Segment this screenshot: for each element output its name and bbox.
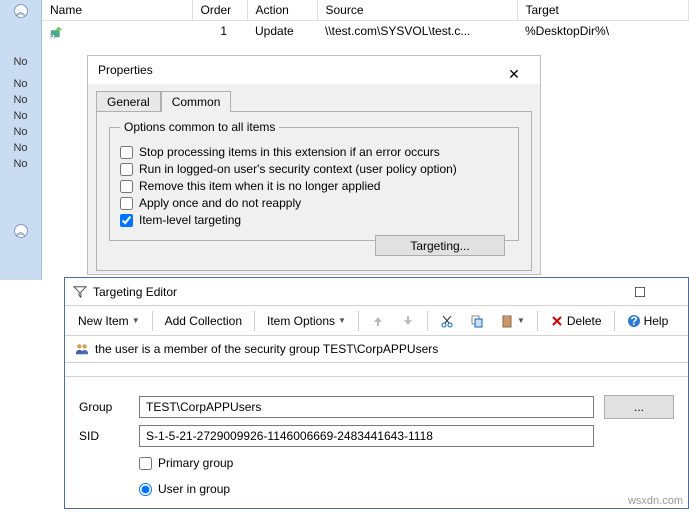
- arrow-down-icon: [401, 314, 415, 328]
- group-input[interactable]: [139, 396, 594, 418]
- new-item-button[interactable]: New Item ▼: [71, 310, 147, 332]
- paste-button[interactable]: ▼: [493, 310, 532, 332]
- targeting-editor-dialog: Targeting Editor New Item ▼ Add Collecti…: [64, 277, 689, 509]
- options-fieldset: Options common to all items Stop process…: [109, 120, 519, 241]
- add-collection-button[interactable]: Add Collection: [158, 310, 249, 332]
- sidebar-label: No: [0, 142, 41, 154]
- item-level-targeting-checkbox[interactable]: [120, 214, 133, 227]
- watermark: wsxdn.com: [628, 495, 683, 507]
- close-button[interactable]: [660, 281, 680, 303]
- col-source[interactable]: Source: [317, 0, 517, 21]
- dialog-title: Targeting Editor: [93, 285, 177, 299]
- col-target[interactable]: Target: [517, 0, 689, 21]
- remove-item-label: Remove this item when it is no longer ap…: [139, 179, 380, 193]
- table-row[interactable]: 1 Update \\test.com\SYSVOL\test.c... %De…: [42, 21, 689, 42]
- svg-text:?: ?: [630, 314, 637, 328]
- group-label: Group: [79, 400, 129, 414]
- move-down-button[interactable]: [394, 310, 422, 332]
- delete-button[interactable]: Delete: [543, 310, 609, 332]
- primary-group-checkbox[interactable]: [139, 457, 152, 470]
- cell-target: %DesktopDir%\: [517, 21, 689, 42]
- toolbar: New Item ▼ Add Collection Item Options ▼…: [65, 306, 688, 336]
- chevron-down-icon: ▼: [132, 316, 140, 325]
- dialog-title: Properties: [98, 63, 153, 77]
- cell-source: \\test.com\SYSVOL\test.c...: [317, 21, 517, 42]
- run-context-checkbox[interactable]: [120, 163, 133, 176]
- cell-action: Update: [247, 21, 317, 42]
- copy-icon: [470, 314, 484, 328]
- collapse-icon[interactable]: ︽: [14, 4, 28, 18]
- options-legend: Options common to all items: [120, 120, 279, 134]
- col-name[interactable]: Name: [42, 0, 192, 21]
- sidebar-label: No: [0, 78, 41, 90]
- sidebar-label: No: [0, 126, 41, 138]
- arrow-up-icon: [371, 314, 385, 328]
- sidebar-label: No: [0, 94, 41, 106]
- cell-order: 1: [192, 21, 247, 42]
- maximize-button[interactable]: [620, 281, 660, 303]
- targeting-button[interactable]: Targeting...: [375, 235, 505, 256]
- stop-processing-checkbox[interactable]: [120, 146, 133, 159]
- close-button[interactable]: ✕: [494, 60, 534, 80]
- col-order[interactable]: Order: [192, 0, 247, 21]
- scissors-icon: [440, 314, 454, 328]
- cut-button[interactable]: [433, 310, 461, 332]
- user-in-group-radio[interactable]: [139, 483, 152, 496]
- tab-common[interactable]: Common: [161, 91, 232, 112]
- col-action[interactable]: Action: [247, 0, 317, 21]
- primary-group-label: Primary group: [158, 456, 233, 470]
- delete-icon: [550, 314, 564, 328]
- filter-icon: [73, 285, 87, 299]
- rule-row[interactable]: the user is a member of the security gro…: [65, 336, 688, 363]
- chevron-down-icon: ▼: [517, 316, 525, 325]
- sidebar-label: No: [0, 56, 41, 68]
- item-options-button[interactable]: Item Options ▼: [260, 310, 353, 332]
- chevron-down-icon: ▼: [338, 316, 346, 325]
- tab-general[interactable]: General: [96, 91, 161, 112]
- group-icon: [75, 342, 89, 356]
- move-up-button[interactable]: [364, 310, 392, 332]
- paste-icon: [500, 314, 514, 328]
- sidebar-label: No: [0, 110, 41, 122]
- browse-button[interactable]: ...: [604, 395, 674, 419]
- help-icon: ?: [627, 314, 641, 328]
- apply-once-checkbox[interactable]: [120, 197, 133, 210]
- item-level-targeting-label: Item-level targeting: [139, 213, 241, 227]
- rule-text: the user is a member of the security gro…: [95, 342, 438, 356]
- items-grid: Name Order Action Source Target 1 Update…: [42, 0, 689, 42]
- collapse-icon[interactable]: ︽: [14, 224, 28, 238]
- run-context-label: Run in logged-on user's security context…: [139, 162, 457, 176]
- properties-dialog: Properties ✕ GeneralCommon Options commo…: [87, 55, 541, 275]
- sidebar-label: No: [0, 158, 41, 170]
- copy-button[interactable]: [463, 310, 491, 332]
- stop-processing-label: Stop processing items in this extension …: [139, 145, 440, 159]
- sid-input[interactable]: [139, 425, 594, 447]
- shortcut-icon: [50, 25, 64, 39]
- left-sidebar: ︽ No No No No No No No ︽: [0, 0, 42, 280]
- help-button[interactable]: ?Help: [620, 310, 676, 332]
- user-in-group-label: User in group: [158, 482, 230, 496]
- remove-item-checkbox[interactable]: [120, 180, 133, 193]
- sid-label: SID: [79, 429, 129, 443]
- apply-once-label: Apply once and do not reapply: [139, 196, 301, 210]
